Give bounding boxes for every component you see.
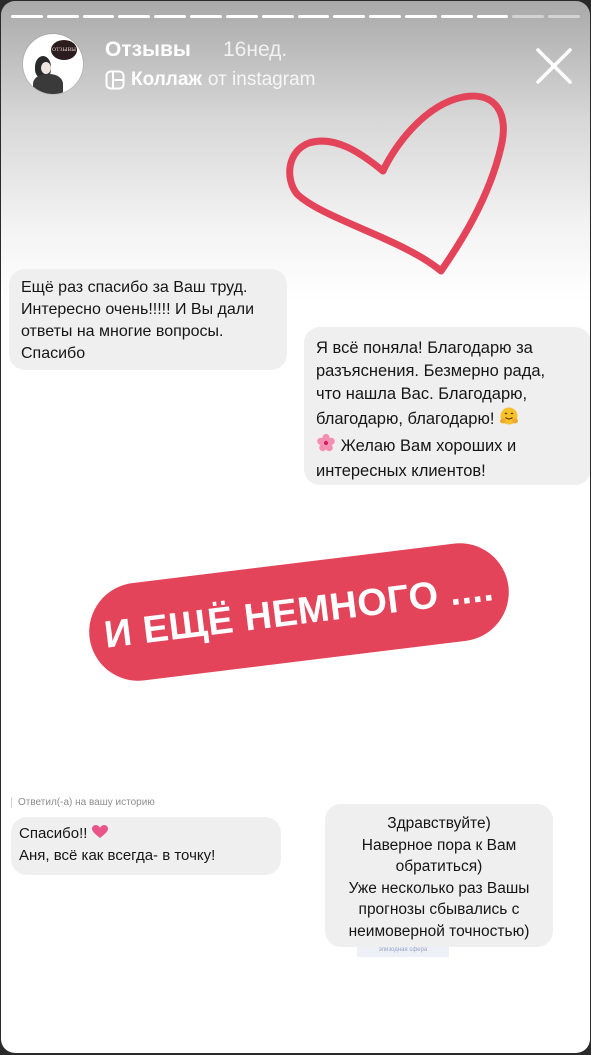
message-line: Ещё раз спасибо за Ваш труд.	[21, 279, 248, 296]
progress-segment	[440, 15, 473, 18]
hugging-face-emoji	[499, 406, 519, 433]
message-bubble-1: Ещё раз спасибо за Ваш труд. Интересно о…	[9, 269, 287, 370]
message-line: благодарю, благодарю!	[316, 406, 579, 433]
message-line: Спасибо!!	[19, 823, 273, 845]
avatar[interactable]: ОТЗЫВЫ	[23, 34, 83, 94]
progress-segment	[512, 15, 545, 18]
message-bubble-2: Я всё поняла! Благодарю за разъяснения. …	[304, 327, 590, 485]
message-line: Аня, всё как всегда- в точку!	[19, 846, 216, 864]
message-line: что нашла Вас. Благодарю,	[316, 385, 528, 403]
close-icon[interactable]	[534, 46, 574, 86]
progress-segment	[333, 15, 366, 18]
message-bubble-4: Здравствуйте) Наверное пора к Вам обрати…	[325, 804, 553, 947]
progress-segment	[46, 15, 79, 18]
story-time: 16нед.	[223, 38, 288, 61]
message-text: Желаю Вам хороших и	[340, 436, 517, 455]
replied-to-story-label: Ответил(-а) на вашу историю	[11, 797, 155, 808]
message-line: обратиться)	[395, 858, 483, 875]
progress-segment	[297, 15, 330, 18]
progress-segment	[476, 15, 509, 18]
collage-source: от instagram	[207, 69, 316, 90]
account-name[interactable]: Отзывы	[105, 38, 191, 62]
message-line: прогнозы сбывались с	[358, 901, 520, 918]
progress-segment	[404, 15, 437, 18]
progress-segment	[118, 15, 151, 18]
message-line: Здравствуйте)	[387, 815, 491, 832]
avatar-face	[41, 62, 51, 74]
story-viewer[interactable]: ОТЗЫВЫ Отзывы 16нед. Коллаж от instagram…	[1, 1, 590, 1053]
cropped-caption: эпизодная сфера	[357, 947, 449, 957]
banner-text: И ЕЩЁ НЕМНОГО ....	[101, 566, 496, 657]
cherry-blossom-emoji	[316, 433, 336, 460]
message-line: Я всё поняла! Благодарю за	[316, 339, 533, 357]
message-line: неимоверной точностью)	[348, 922, 530, 940]
message-line: Желаю Вам хороших и	[316, 433, 579, 460]
collage-label: Коллаж	[131, 69, 202, 90]
progress-segment	[82, 15, 115, 18]
message-line: Наверное пора к Вам	[361, 836, 517, 854]
progress-segment	[11, 15, 43, 18]
progress-segment	[225, 15, 258, 18]
progress-segment	[548, 15, 580, 18]
message-line: Уже несколько раз Вашы	[348, 879, 530, 897]
message-text: Спасибо!!	[19, 825, 88, 842]
message-text: благодарю, благодарю!	[316, 409, 495, 428]
progress-segment	[154, 15, 187, 18]
story-progress-bar	[11, 15, 580, 18]
message-line: интересных клиентов!	[316, 462, 486, 480]
heart-emoji	[91, 824, 108, 845]
collage-icon	[105, 70, 125, 90]
progress-segment	[369, 15, 401, 18]
avatar-speech-tag: ОТЗЫВЫ	[51, 40, 77, 60]
message-line: ответы на многие вопросы.	[21, 323, 224, 340]
heart-icon	[286, 92, 507, 275]
message-line: разъяснения. Безмерно рада,	[316, 362, 546, 380]
avatar-body	[33, 74, 63, 94]
message-line: Спасибо	[21, 345, 86, 362]
message-line: Интересно очень!!!!! И Вы дали	[21, 301, 255, 318]
progress-segment	[190, 15, 222, 18]
promo-banner: И ЕЩЁ НЕМНОГО ....	[83, 537, 515, 687]
story-subtitle[interactable]: Коллаж от instagram	[105, 69, 315, 91]
message-bubble-3: Спасибо!! Аня, всё как всегда- в точку!	[11, 817, 281, 875]
progress-segment	[261, 15, 294, 18]
